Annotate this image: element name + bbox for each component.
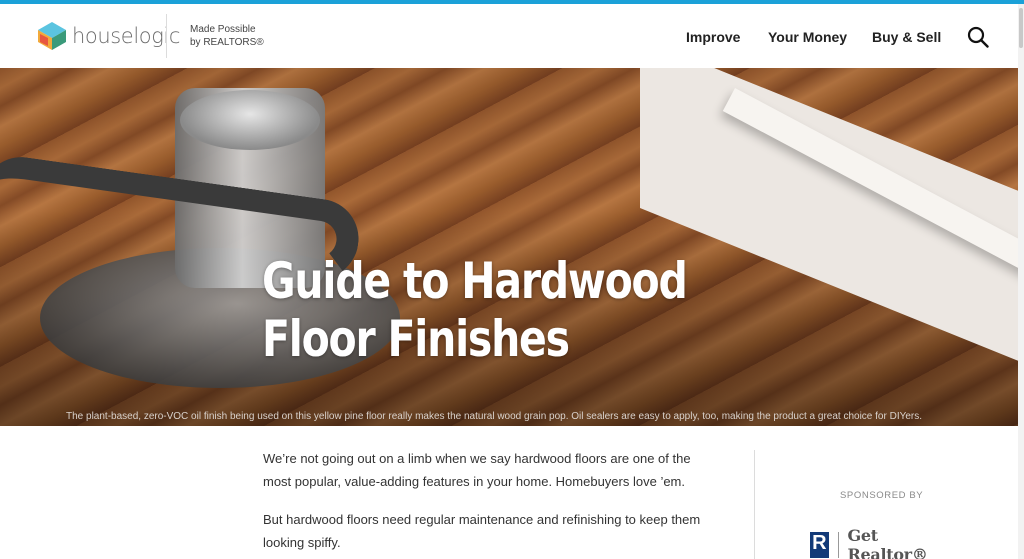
search-icon[interactable]	[967, 26, 989, 48]
hero-wall	[640, 68, 1018, 411]
logo-text: houselogic	[72, 24, 180, 48]
tagline-line-2: by REALTORS®	[190, 37, 264, 48]
houselogic-logo[interactable]: houselogic	[36, 19, 180, 53]
sidebar-divider	[754, 450, 755, 559]
sponsored-label: SPONSORED BY	[840, 490, 924, 501]
house-cube-icon	[38, 22, 66, 50]
title-line-1: Guide to Hardwood	[262, 252, 688, 310]
sponsor-name: Get Realtor®	[847, 526, 928, 559]
title-line-2: Floor Finishes	[262, 310, 570, 368]
sponsor-logo-divider	[837, 532, 839, 558]
article-paragraph: But hardwood floors need regular mainten…	[263, 512, 701, 550]
nav-improve[interactable]: Improve	[686, 29, 740, 45]
hero-image: Guide to Hardwood Floor Finishes The pla…	[0, 68, 1018, 426]
article-body: We’re not going out on a limb when we sa…	[263, 448, 713, 554]
sponsor-logo[interactable]: R Get Realtor®	[810, 526, 950, 559]
realtor-r-icon: R	[810, 532, 829, 558]
page-title: Guide to Hardwood Floor Finishes	[262, 252, 688, 368]
scrollbar-thumb[interactable]	[1019, 8, 1023, 48]
nav-buy-sell[interactable]: Buy & Sell	[872, 29, 941, 45]
floor-sander-top	[180, 90, 320, 150]
page-scrollbar[interactable]	[1018, 4, 1024, 559]
image-caption: The plant-based, zero-VOC oil finish bei…	[66, 411, 923, 422]
tagline: Made Possible by REALTORS®	[190, 23, 264, 49]
article-paragraph: We’re not going out on a limb when we sa…	[263, 451, 691, 489]
tagline-line-1: Made Possible	[190, 24, 256, 35]
nav-your-money[interactable]: Your Money	[768, 29, 847, 45]
header-divider	[166, 14, 167, 58]
site-header: houselogic Made Possible by REALTORS® Im…	[0, 4, 1018, 68]
